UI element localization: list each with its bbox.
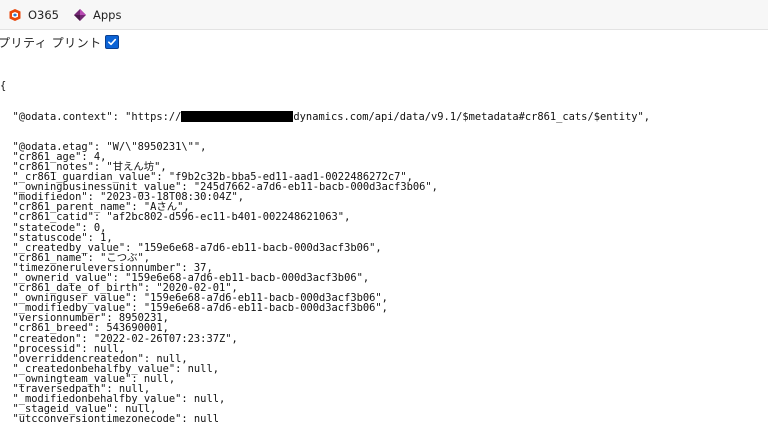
bookmark-apps-label: Apps [93, 7, 122, 22]
bookmark-o365[interactable]: O365 [8, 4, 59, 26]
json-line: "statecode": 0, [0, 221, 107, 234]
bookmark-o365-label: O365 [28, 7, 60, 22]
pretty-print-label: プリティ プリント [0, 35, 102, 50]
viewport-clip [0, 428, 768, 433]
json-line: "cr861_catid": "af2bc802-d596-ec11-b401-… [0, 211, 351, 224]
bookmarks-bar: O365 Apps [0, 0, 768, 30]
pretty-print-checkbox[interactable] [104, 35, 119, 49]
checkmark-icon [107, 38, 116, 46]
json-open-brace: { [0, 80, 7, 93]
redacted-host [181, 111, 294, 123]
json-context-prefix: "@odata.context": "https:// [0, 111, 182, 124]
pretty-print-bar: プリティ プリント [0, 33, 119, 51]
power-apps-icon [73, 8, 87, 22]
json-line: "@odata.etag": "W/\"8950231\"", [0, 140, 207, 153]
json-lines: "@odata.etag": "W/\"8950231\"", "cr861_a… [0, 142, 768, 425]
json-line-odata-context: "@odata.context": "https:// dynamics.com/… [0, 111, 768, 124]
json-line: "utcconversiontimezonecode": null [0, 413, 219, 426]
bookmark-apps[interactable]: Apps [73, 4, 121, 26]
json-viewer: { "@odata.context": "https:// dynamics.co… [0, 61, 768, 434]
office-icon [8, 8, 22, 22]
json-context-suffix: dynamics.com/api/data/v9.1/$metadata#cr8… [293, 111, 650, 124]
